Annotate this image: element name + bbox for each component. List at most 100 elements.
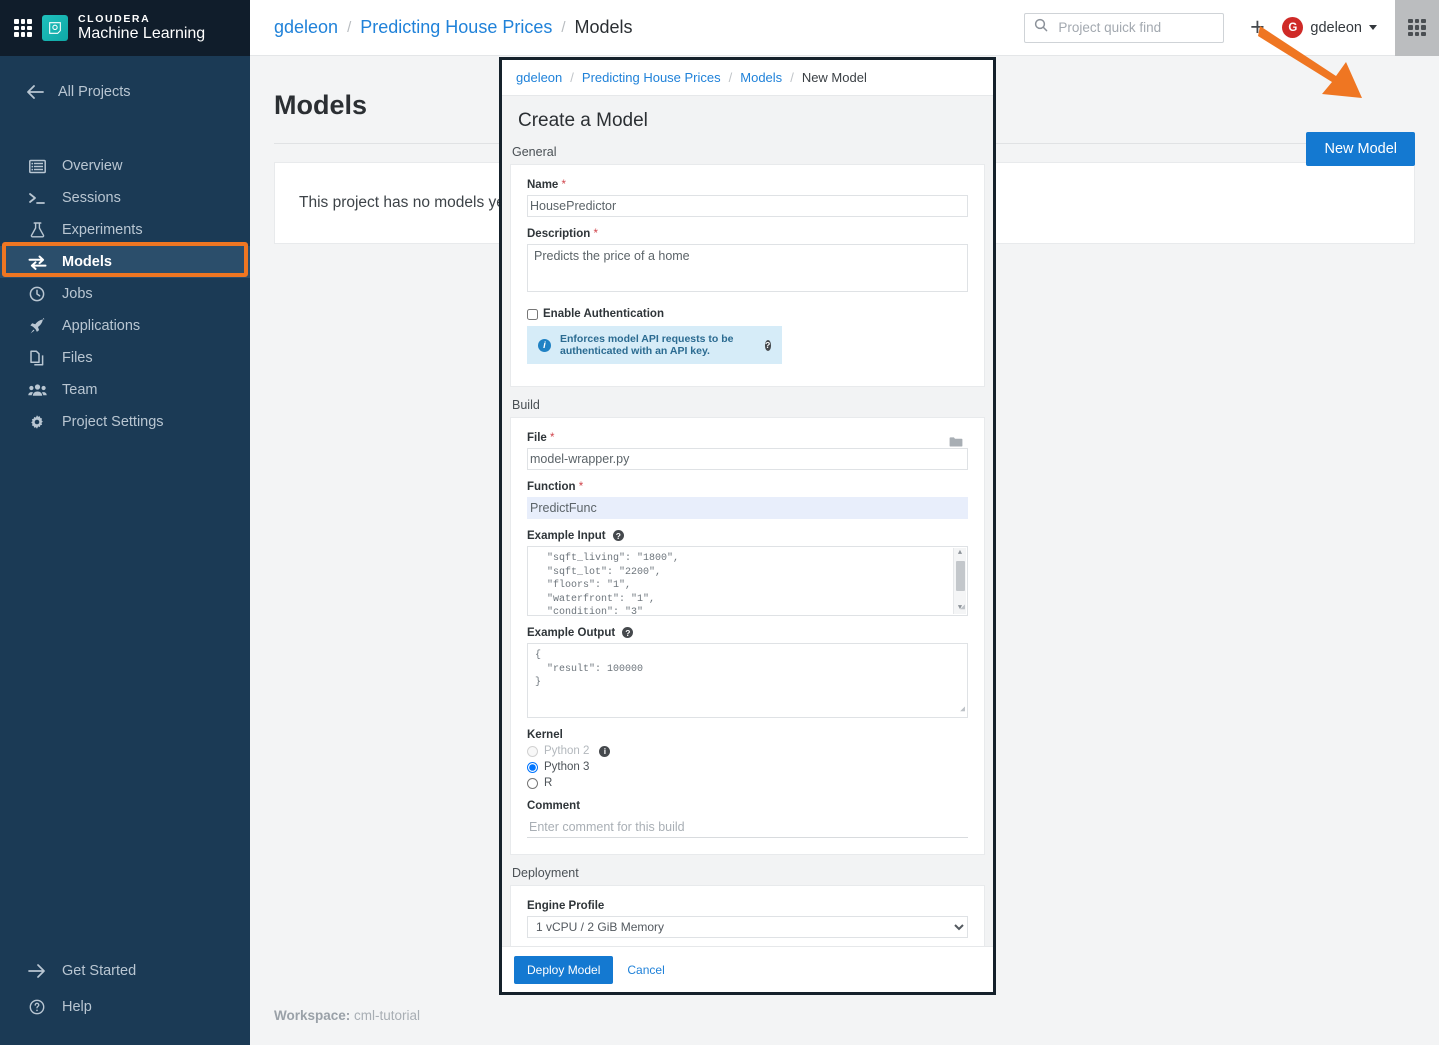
avatar: G bbox=[1282, 17, 1304, 38]
folder-open-icon[interactable] bbox=[949, 435, 963, 453]
sidebar-item-team[interactable]: Team bbox=[0, 374, 250, 406]
build-panel: File * Function * bbox=[510, 417, 985, 855]
description-field-group: Description * Predicts the price of a ho… bbox=[527, 228, 968, 297]
overview-list-icon bbox=[26, 159, 48, 174]
app-grid-icon[interactable] bbox=[1395, 0, 1439, 56]
new-model-button[interactable]: New Model bbox=[1306, 132, 1415, 166]
workspace-value: cml-tutorial bbox=[354, 1007, 421, 1023]
workspace-label: Workspace: bbox=[274, 1007, 351, 1023]
sidebar-item-label: Jobs bbox=[62, 286, 93, 302]
sidebar-item-sessions[interactable]: Sessions bbox=[0, 182, 250, 214]
description-label: Description * bbox=[527, 228, 968, 240]
user-menu[interactable]: G gdeleon bbox=[1282, 17, 1395, 38]
deploy-model-button[interactable]: Deploy Model bbox=[514, 955, 614, 984]
model-name-input[interactable] bbox=[527, 195, 968, 217]
kernel-option-python2[interactable]: Python 2 i bbox=[527, 745, 968, 757]
modal-breadcrumb-separator: / bbox=[790, 70, 794, 85]
caret-up-icon[interactable]: ▲ bbox=[958, 548, 962, 559]
name-label: Name * bbox=[527, 179, 968, 191]
kernel-radio-python3[interactable] bbox=[527, 761, 538, 773]
plus-icon[interactable]: + bbox=[1238, 13, 1276, 42]
modal-footer: Deploy Model Cancel bbox=[502, 946, 993, 992]
example-input-label: Example Input ? bbox=[527, 530, 968, 542]
resize-grip-icon[interactable]: ◢ bbox=[960, 705, 965, 716]
sidebar-item-overview[interactable]: Overview bbox=[0, 150, 250, 182]
example-input-editor[interactable]: "sqft_living": "1800", "sqft_lot": "2200… bbox=[527, 546, 968, 616]
empty-state-message: This project has no models yet. C bbox=[299, 194, 530, 211]
description-label-text: Description bbox=[527, 228, 591, 240]
modal-breadcrumb-project[interactable]: Predicting House Prices bbox=[582, 70, 721, 85]
example-output-label-text: Example Output bbox=[527, 627, 616, 639]
sidebar-item-label: Files bbox=[62, 350, 93, 366]
kernel-radio-python2[interactable] bbox=[527, 745, 538, 757]
section-label-general: General bbox=[512, 145, 557, 159]
model-description-textarea[interactable]: Predicts the price of a home bbox=[527, 244, 968, 292]
kernel-option-python3[interactable]: Python 3 bbox=[527, 761, 968, 773]
kernel-option-label: Python 2 bbox=[544, 745, 590, 757]
kernel-radio-r[interactable] bbox=[527, 777, 538, 789]
sidebar-item-label: Applications bbox=[62, 318, 141, 334]
brand-title-top: CLOUDERA bbox=[78, 12, 151, 25]
exchange-arrows-icon bbox=[26, 255, 48, 270]
sidebar-item-models[interactable]: Models bbox=[0, 246, 250, 278]
brand-header: CLOUDERA Machine Learning bbox=[0, 0, 250, 56]
kernel-group: Kernel Python 2 i Python 3 R bbox=[527, 729, 968, 789]
breadcrumb: gdeleon / Predicting House Prices / Mode… bbox=[274, 17, 633, 38]
sidebar-item-label: Experiments bbox=[62, 222, 143, 238]
sidebar-item-applications[interactable]: Applications bbox=[0, 310, 250, 342]
help-circle-icon[interactable]: ? bbox=[612, 530, 624, 542]
sidebar-item-experiments[interactable]: Experiments bbox=[0, 214, 250, 246]
example-output-editor[interactable]: { "result": 100000 } ◢ bbox=[527, 643, 968, 718]
project-quick-find[interactable] bbox=[1024, 12, 1225, 43]
sidebar: CLOUDERA Machine Learning All Projects O… bbox=[0, 0, 250, 1045]
function-label: Function * bbox=[527, 481, 968, 493]
function-input[interactable] bbox=[527, 497, 968, 519]
example-output-group: Example Output ? { "result": 100000 } ◢ bbox=[527, 627, 968, 718]
modal-breadcrumb-separator: / bbox=[570, 70, 574, 85]
required-marker: * bbox=[578, 481, 584, 493]
modal-breadcrumb-separator: / bbox=[728, 70, 733, 85]
breadcrumb-item-user[interactable]: gdeleon bbox=[274, 17, 338, 38]
modal-breadcrumb-models[interactable]: Models bbox=[740, 70, 782, 85]
enable-auth-row[interactable]: Enable Authentication bbox=[527, 308, 968, 320]
sidebar-item-get-started[interactable]: Get Started bbox=[0, 953, 250, 989]
file-field-group: File * bbox=[527, 432, 968, 470]
breadcrumb-item-project[interactable]: Predicting House Prices bbox=[360, 17, 552, 38]
modal-breadcrumb-user[interactable]: gdeleon bbox=[516, 70, 562, 85]
cancel-button[interactable]: Cancel bbox=[627, 963, 664, 977]
enable-auth-checkbox[interactable] bbox=[527, 308, 538, 320]
app-root: CLOUDERA Machine Learning All Projects O… bbox=[0, 0, 1439, 1045]
kernel-option-label: R bbox=[544, 777, 553, 789]
help-circle-icon[interactable]: ? bbox=[622, 627, 634, 639]
sidebar-item-help[interactable]: Help bbox=[0, 989, 250, 1025]
engine-profile-select[interactable]: 1 vCPU / 2 GiB Memory bbox=[527, 916, 968, 938]
resize-grip-icon[interactable]: ◢ bbox=[960, 603, 965, 614]
sidebar-item-project-settings[interactable]: Project Settings bbox=[0, 406, 250, 438]
cloudera-logo-icon bbox=[42, 15, 68, 41]
info-circle-icon: i bbox=[538, 338, 551, 352]
people-group-icon bbox=[26, 383, 48, 397]
modal-body: Create a Model General Name * Descriptio… bbox=[502, 96, 993, 946]
sidebar-item-jobs[interactable]: Jobs bbox=[0, 278, 250, 310]
topbar: gdeleon / Predicting House Prices / Mode… bbox=[250, 0, 1439, 56]
comment-input[interactable] bbox=[527, 816, 968, 838]
sidebar-item-label: Models bbox=[62, 254, 112, 270]
info-circle-icon[interactable]: i bbox=[599, 745, 611, 757]
arrow-left-icon bbox=[26, 85, 44, 99]
sidebar-item-label: Project Settings bbox=[62, 414, 164, 430]
kernel-option-r[interactable]: R bbox=[527, 777, 968, 789]
general-panel: Name * Description * Predicts the price … bbox=[510, 164, 985, 387]
comment-label: Comment bbox=[527, 800, 581, 812]
modal-breadcrumb: gdeleon / Predicting House Prices / Mode… bbox=[502, 60, 993, 96]
waffle-grid-icon[interactable] bbox=[14, 19, 32, 37]
scrollbar-thumb[interactable] bbox=[955, 561, 965, 591]
file-input[interactable] bbox=[527, 448, 968, 470]
modal-breadcrumb-current: New Model bbox=[801, 70, 867, 85]
sidebar-item-label: Overview bbox=[62, 158, 123, 174]
all-projects-label: All Projects bbox=[58, 84, 131, 100]
all-projects-link[interactable]: All Projects bbox=[0, 72, 250, 112]
sidebar-item-files[interactable]: Files bbox=[0, 342, 250, 374]
sidebar-nav: Overview Sessions Experiments Models Job… bbox=[0, 150, 250, 438]
search-input[interactable] bbox=[1056, 19, 1215, 36]
help-circle-icon[interactable]: ? bbox=[764, 339, 771, 351]
